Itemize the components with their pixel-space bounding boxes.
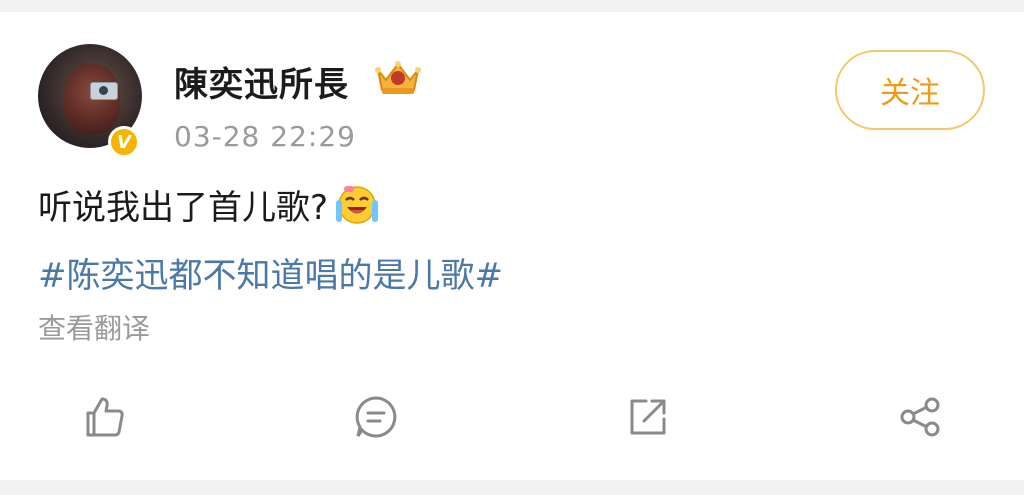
thumbs-up-icon — [86, 397, 124, 437]
share-icon — [900, 397, 940, 437]
comment-button[interactable] — [346, 387, 406, 447]
follow-button[interactable]: 关注 — [835, 50, 985, 130]
post-text-row: 听说我出了首儿歌? — [38, 180, 380, 229]
crown-icon — [375, 61, 421, 94]
bottom-separator — [0, 480, 1024, 495]
comment-icon — [355, 396, 397, 438]
avatar-camera — [90, 82, 118, 100]
like-button[interactable] — [74, 387, 134, 447]
verified-badge-icon: V — [108, 126, 140, 158]
post-card: V 陳奕迅所長 03-28 22:29 关注 听说我出了首儿歌? #陈奕迅都不知… — [0, 12, 1024, 480]
share-button[interactable] — [890, 387, 950, 447]
topic-link[interactable]: #陈奕迅都不知道唱的是儿歌# — [38, 248, 503, 297]
translate-link[interactable]: 查看翻译 — [38, 307, 150, 347]
username[interactable]: 陳奕迅所長 — [174, 57, 349, 106]
post-text: 听说我出了首儿歌? — [38, 188, 329, 228]
repost-icon — [630, 399, 666, 435]
laugh-cry-emoji-icon — [336, 185, 379, 224]
post-timestamp: 03-28 22:29 — [174, 120, 356, 153]
repost-button[interactable] — [618, 387, 678, 447]
